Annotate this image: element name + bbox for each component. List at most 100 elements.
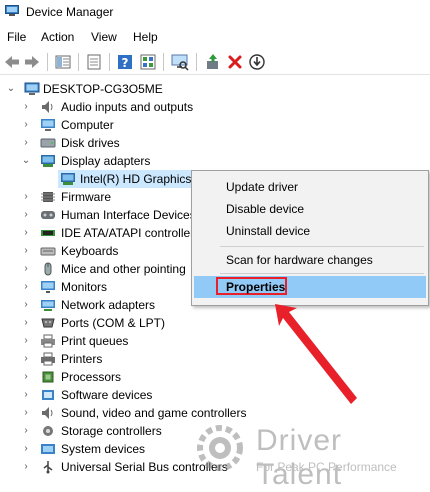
- menu-help[interactable]: Help: [133, 30, 158, 44]
- usb-icon: [40, 460, 56, 474]
- expand-icon[interactable]: ›: [20, 350, 32, 368]
- expand-icon[interactable]: ›: [20, 278, 32, 296]
- expand-icon[interactable]: ›: [20, 134, 32, 152]
- toolbar: ?: [0, 50, 430, 75]
- category-label: Ports (COM & LPT): [61, 316, 166, 330]
- download-icon[interactable]: [248, 53, 266, 71]
- category-label: Processors: [61, 370, 122, 384]
- menu-separator: [220, 246, 424, 247]
- mouse-icon: [40, 262, 56, 276]
- expand-icon[interactable]: ›: [20, 386, 32, 404]
- properties-icon[interactable]: [85, 53, 103, 71]
- toolbar-separator: [163, 53, 164, 71]
- toolbar-separator: [78, 53, 79, 71]
- expand-icon[interactable]: ›: [20, 224, 32, 242]
- monitor-icon: [40, 280, 56, 294]
- sound-icon: [40, 406, 56, 420]
- watermark-title: Driver Talent: [256, 424, 343, 491]
- processor-icon: [40, 370, 56, 384]
- computer-name: DESKTOP-CG3O5ME: [43, 82, 163, 96]
- category-label: IDE ATA/ATAPI controller: [61, 226, 195, 240]
- toolbar-separator: [196, 53, 197, 71]
- printer-icon: [40, 352, 56, 366]
- system-icon: [40, 442, 56, 456]
- category-label: Monitors: [61, 280, 108, 294]
- firmware-icon: [40, 190, 56, 204]
- device-label: Intel(R) HD Graphics: [80, 172, 192, 186]
- watermark-subtitle: For Peak PC Performance: [256, 460, 397, 474]
- category-label: Human Interface Devices: [61, 208, 196, 222]
- category-label: Display adapters: [61, 154, 151, 168]
- menu-view[interactable]: View: [91, 30, 117, 44]
- scan-hardware-icon[interactable]: [171, 53, 189, 71]
- gear-icon: [197, 425, 243, 471]
- audio-icon: [40, 100, 56, 114]
- hid-icon: [40, 208, 56, 222]
- annotation-arrow: [275, 304, 357, 404]
- expand-icon[interactable]: ›: [20, 296, 32, 314]
- display-adapter-icon: [40, 154, 56, 168]
- expand-icon[interactable]: ›: [20, 314, 32, 332]
- menu-uninstall-device[interactable]: Uninstall device: [226, 224, 310, 238]
- uninstall-icon[interactable]: [226, 53, 244, 71]
- show-hide-tree-icon[interactable]: [54, 53, 72, 71]
- update-driver-icon[interactable]: [139, 53, 157, 71]
- toolbar-separator: [47, 53, 48, 71]
- expand-icon[interactable]: ›: [20, 440, 32, 458]
- help-icon[interactable]: ?: [116, 53, 134, 71]
- collapse-icon[interactable]: ⌄: [20, 152, 32, 170]
- category-label: Printers: [61, 352, 103, 366]
- menu-disable-device[interactable]: Disable device: [226, 202, 304, 216]
- svg-text:?: ?: [122, 56, 129, 70]
- expand-icon[interactable]: ›: [20, 242, 32, 260]
- forward-icon[interactable]: [23, 53, 41, 71]
- menu-properties[interactable]: Properties: [226, 280, 285, 294]
- watermark: Driver Talent For Peak PC Performance: [196, 420, 430, 491]
- enable-device-icon[interactable]: [204, 53, 222, 71]
- menu-update-driver[interactable]: Update driver: [226, 180, 298, 194]
- port-icon: [40, 316, 56, 330]
- back-icon[interactable]: [3, 53, 21, 71]
- expand-icon[interactable]: ›: [20, 368, 32, 386]
- software-device-icon: [40, 388, 56, 402]
- category-label: Computer: [61, 118, 114, 132]
- network-icon: [40, 298, 56, 312]
- menu-file[interactable]: File: [7, 30, 26, 44]
- title-bar: Device Manager: [0, 0, 430, 24]
- menu-separator: [220, 273, 424, 274]
- expand-icon[interactable]: ›: [20, 422, 32, 440]
- expand-icon[interactable]: ›: [20, 206, 32, 224]
- window-title: Device Manager: [26, 5, 114, 19]
- disk-icon: [40, 136, 56, 150]
- category-label: Storage controllers: [61, 424, 162, 438]
- collapse-icon[interactable]: ⌄: [5, 80, 17, 98]
- menu-action[interactable]: Action: [41, 30, 74, 44]
- category-label: Keyboards: [61, 244, 119, 258]
- computer-icon: [24, 82, 40, 96]
- menu-bar: File Action View Help: [0, 27, 430, 47]
- category-label: Firmware: [61, 190, 111, 204]
- print-queue-icon: [40, 334, 56, 348]
- category-label: Network adapters: [61, 298, 156, 312]
- category-label: Mice and other pointing: [61, 262, 186, 276]
- category-label: Disk drives: [61, 136, 120, 150]
- expand-icon[interactable]: ›: [20, 458, 32, 476]
- storage-icon: [40, 424, 56, 438]
- expand-icon[interactable]: ›: [20, 116, 32, 134]
- category-label: System devices: [61, 442, 146, 456]
- expand-icon[interactable]: ›: [20, 404, 32, 422]
- expand-icon[interactable]: ›: [20, 332, 32, 350]
- graphics-card-icon: [60, 172, 76, 186]
- context-menu: Update driver Disable device Uninstall d…: [191, 170, 429, 306]
- menu-scan-hardware[interactable]: Scan for hardware changes: [226, 253, 373, 267]
- expand-icon[interactable]: ›: [20, 260, 32, 278]
- keyboard-icon: [40, 244, 56, 258]
- category-label: Audio inputs and outputs: [61, 100, 194, 114]
- device-manager-icon: [5, 5, 19, 17]
- toolbar-separator: [109, 53, 110, 71]
- expand-icon[interactable]: ›: [20, 98, 32, 116]
- expand-icon[interactable]: ›: [20, 188, 32, 206]
- category-label: Print queues: [61, 334, 129, 348]
- computer-icon: [40, 118, 56, 132]
- category-label: Software devices: [61, 388, 153, 402]
